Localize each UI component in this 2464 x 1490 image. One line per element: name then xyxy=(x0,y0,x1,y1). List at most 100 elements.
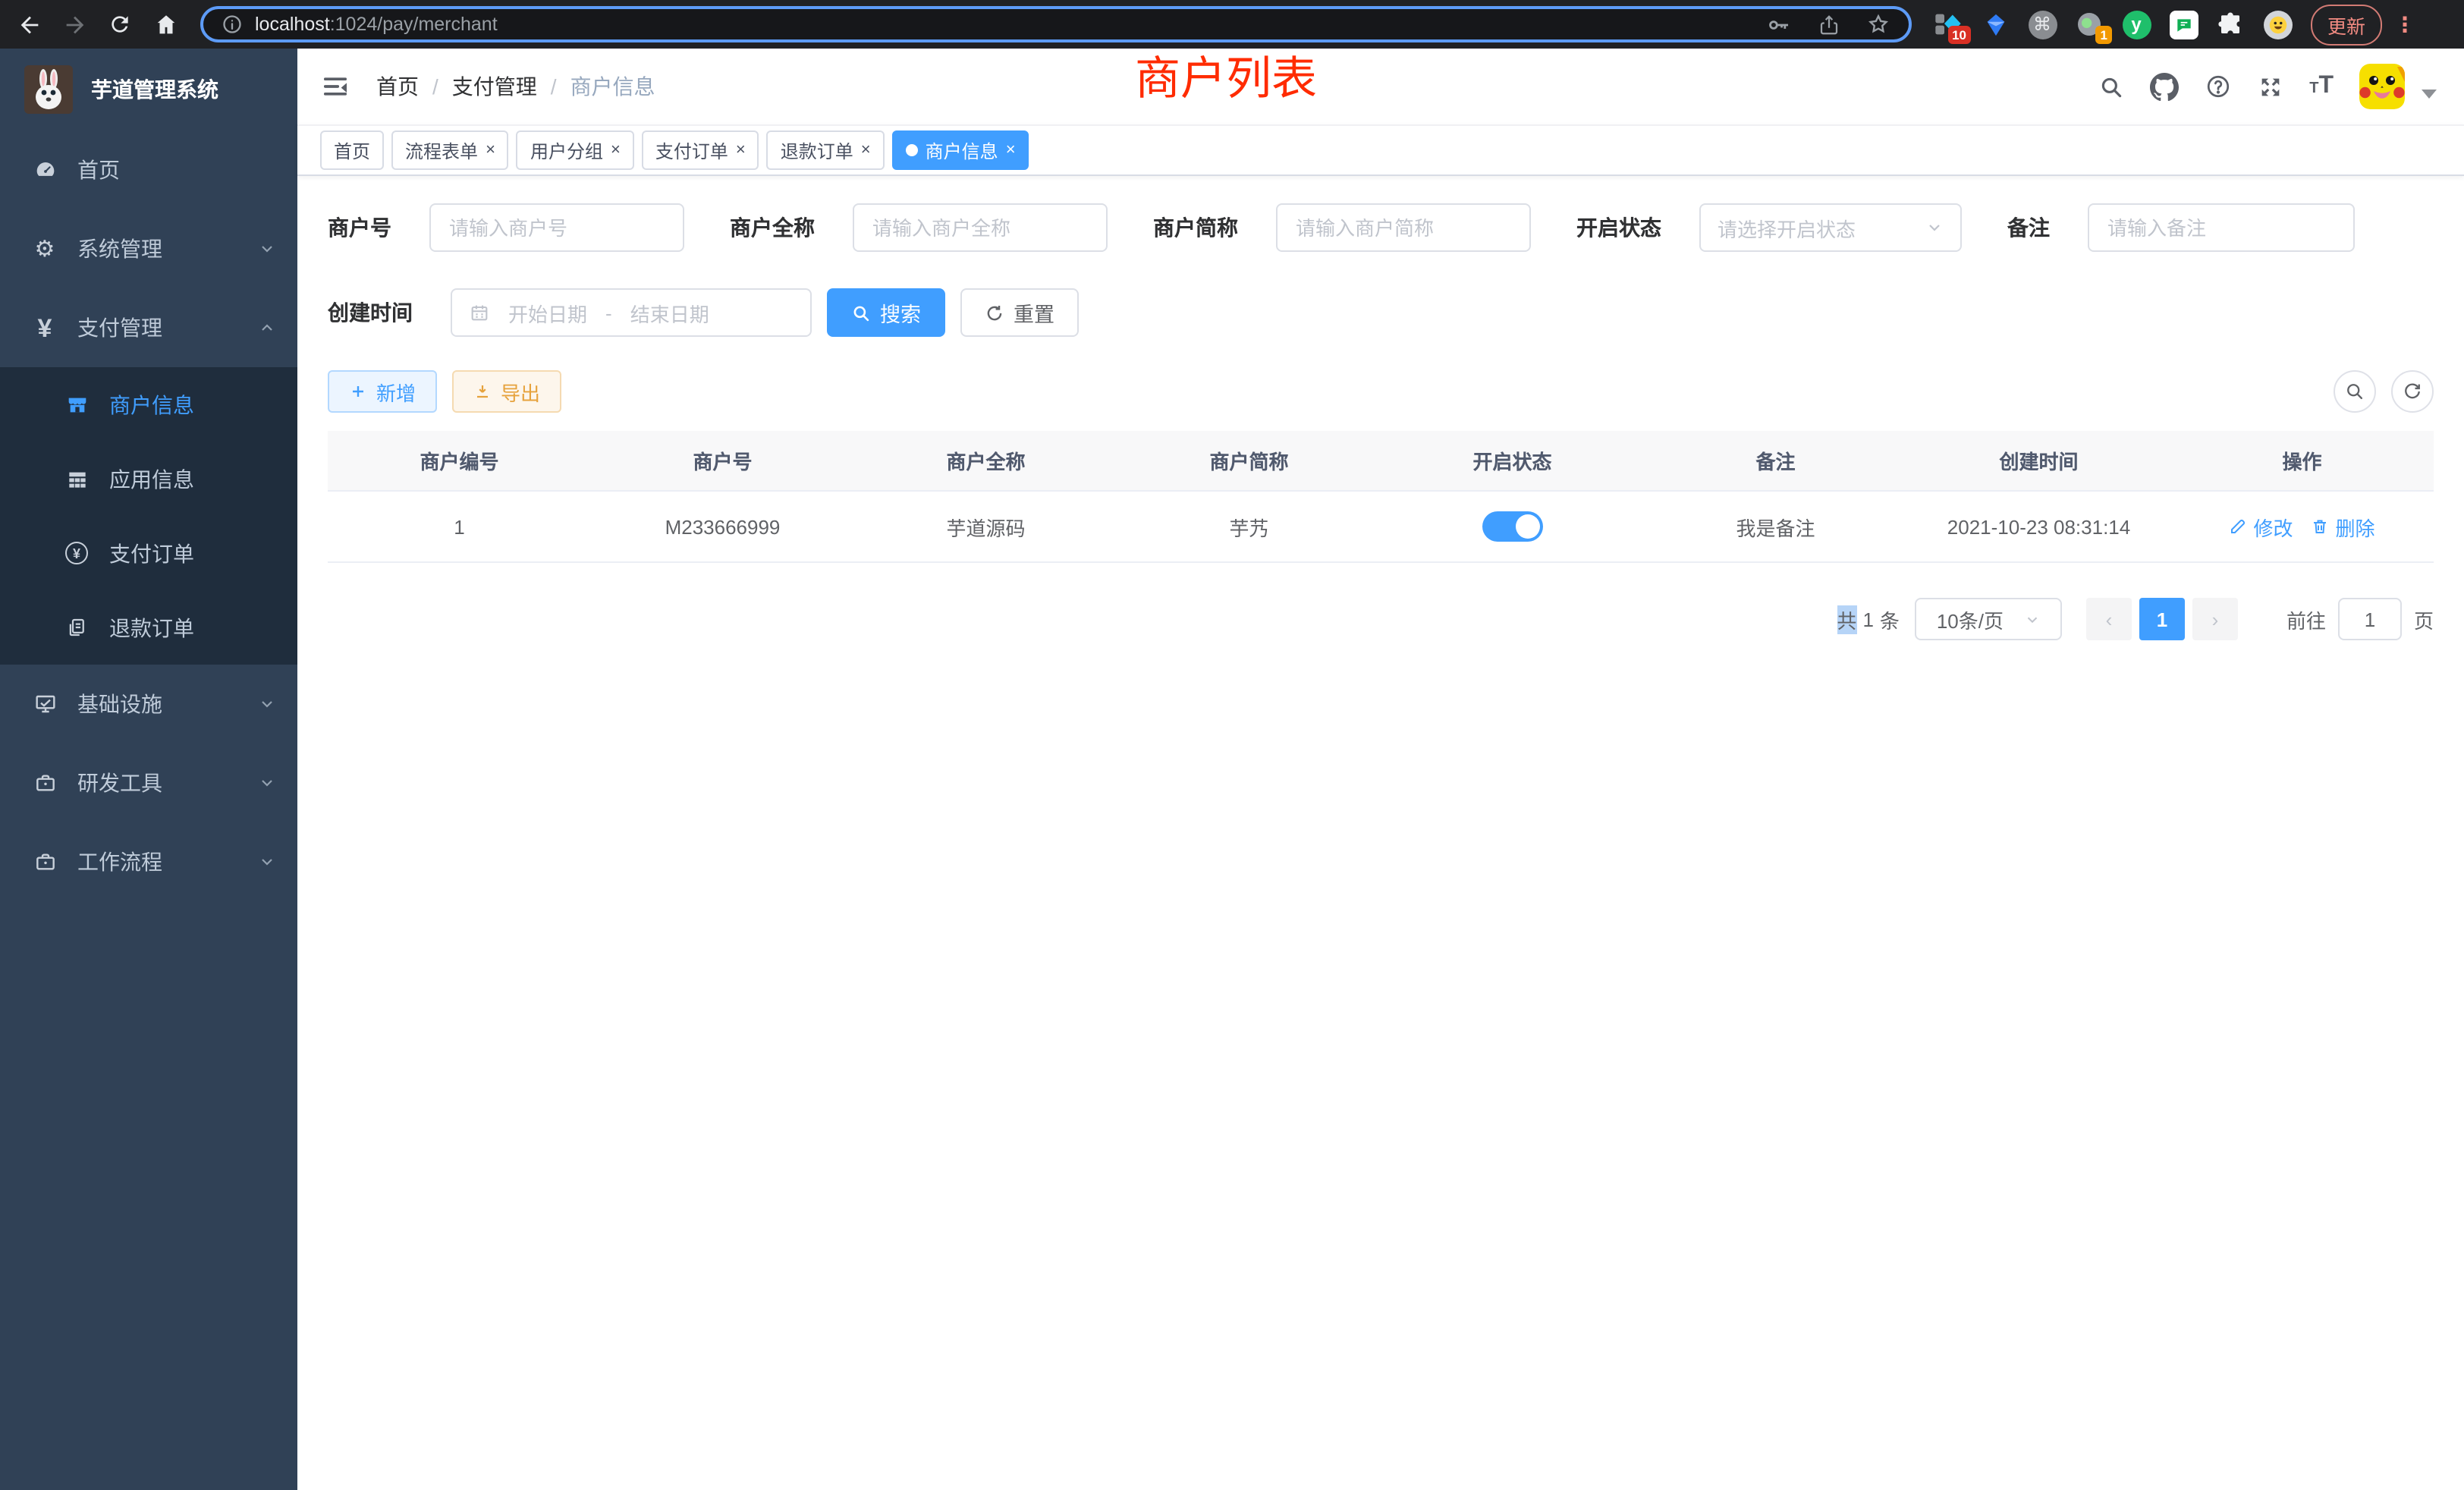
plus-icon xyxy=(349,382,367,401)
search-button[interactable]: 搜索 xyxy=(827,288,945,337)
breadcrumb-separator: / xyxy=(432,74,438,99)
close-icon[interactable]: × xyxy=(736,142,746,159)
sidebar-item-label: 基础设施 xyxy=(77,689,258,719)
browser-update-button[interactable]: 更新 xyxy=(2311,4,2382,45)
table-header-row: 商户编号 商户号 商户全称 商户简称 开启状态 备注 创建时间 操作 xyxy=(328,431,2434,492)
cell-merchant-id: 1 xyxy=(328,515,591,538)
column-header: 开启状态 xyxy=(1381,446,1644,475)
avatar[interactable] xyxy=(2359,64,2405,109)
browser-forward-icon[interactable] xyxy=(55,5,94,44)
trash-icon xyxy=(2312,517,2330,536)
close-icon[interactable]: × xyxy=(611,142,621,159)
share-icon[interactable] xyxy=(1818,13,1840,36)
merchant-no-input[interactable] xyxy=(429,203,684,252)
sidebar-item-pay-order[interactable]: ¥ 支付订单 xyxy=(0,516,297,590)
sidebar-item-label: 商户信息 xyxy=(109,389,276,420)
sidebar-item-pay[interactable]: ¥ 支付管理 xyxy=(0,288,297,367)
sidebar-logo[interactable]: 芋道管理系统 xyxy=(0,49,297,130)
sidebar-item-infra[interactable]: 基础设施 xyxy=(0,665,297,743)
filter-label: 创建时间 xyxy=(328,297,413,328)
status-select[interactable]: 请选择开启状态 xyxy=(1699,203,1962,252)
tab-process-form[interactable]: 流程表单× xyxy=(391,130,509,170)
help-icon[interactable] xyxy=(2205,73,2232,100)
password-key-icon[interactable] xyxy=(1766,11,1792,37)
tab-groups-extension-icon[interactable]: 10 xyxy=(1933,9,1963,39)
sidebar-item-label: 系统管理 xyxy=(77,234,258,264)
table-row: 1 M233666999 芋道源码 芋艿 我是备注 2021-10-23 08:… xyxy=(328,492,2434,563)
sidebar-item-home[interactable]: 首页 xyxy=(0,130,297,209)
page-size-select[interactable]: 10条/页 xyxy=(1915,598,2062,640)
breadcrumb-item[interactable]: 支付管理 xyxy=(452,71,537,102)
sidebar-item-refund-order[interactable]: 退款订单 xyxy=(0,590,297,665)
sidebar-item-label: 首页 xyxy=(77,155,276,185)
sidebar-item-workflow[interactable]: 工作流程 xyxy=(0,822,297,901)
sidebar-item-label: 支付订单 xyxy=(109,538,276,568)
store-icon xyxy=(64,392,90,417)
goto-page-input[interactable] xyxy=(2338,598,2402,640)
add-button[interactable]: 新增 xyxy=(328,370,437,413)
tab-home[interactable]: 首页 xyxy=(320,130,384,170)
sidebar-collapse-icon[interactable] xyxy=(320,71,350,102)
browser-reload-icon[interactable] xyxy=(100,5,140,44)
tab-pay-order[interactable]: 支付订单× xyxy=(642,130,759,170)
date-end-placeholder: 结束日期 xyxy=(630,298,709,327)
edit-icon xyxy=(2229,517,2247,536)
command-extension-icon[interactable]: ⌘ xyxy=(2027,9,2057,39)
table-toolbar: 新增 导出 xyxy=(328,370,2434,413)
breadcrumb-item-current: 商户信息 xyxy=(570,71,655,102)
browser-home-icon[interactable] xyxy=(146,5,185,44)
logo-rabbit-image xyxy=(24,65,73,114)
chat-extension-icon[interactable] xyxy=(2168,9,2198,39)
page-title-annotation: 商户列表 xyxy=(1135,53,1317,108)
browser-menu-icon[interactable]: ⋮ xyxy=(2394,11,2415,37)
font-size-icon[interactable]: TT xyxy=(2309,73,2334,100)
chevron-up-icon xyxy=(258,319,276,337)
search-icon xyxy=(2344,381,2365,402)
browser-toolbar: localhost:1024/pay/merchant 10 xyxy=(0,0,2464,49)
puzzle-extensions-icon[interactable] xyxy=(2215,9,2246,39)
sidebar-item-devtools[interactable]: 研发工具 xyxy=(0,743,297,822)
status-toggle[interactable] xyxy=(1482,511,1543,542)
sidebar-item-system[interactable]: ⚙ 系统管理 xyxy=(0,209,297,288)
toggle-search-button[interactable] xyxy=(2334,370,2376,413)
create-time-range-picker[interactable]: 开始日期 - 结束日期 xyxy=(451,288,812,337)
column-header: 备注 xyxy=(1644,446,1907,475)
page-number-button[interactable]: 1 xyxy=(2139,598,2185,640)
refresh-table-button[interactable] xyxy=(2391,370,2434,413)
extensions-row: 10 ⌘ 1 y xyxy=(1933,9,2293,39)
reset-button[interactable]: 重置 xyxy=(960,288,1079,337)
close-icon[interactable]: × xyxy=(486,142,495,159)
bookmark-star-icon[interactable] xyxy=(1866,12,1890,36)
short-name-input[interactable] xyxy=(1276,203,1531,252)
close-icon[interactable]: × xyxy=(1006,142,1016,159)
search-icon[interactable] xyxy=(2098,74,2124,99)
recorder-extension-icon[interactable]: 1 xyxy=(2074,9,2104,39)
browser-back-icon[interactable] xyxy=(9,5,49,44)
breadcrumb-item[interactable]: 首页 xyxy=(376,71,419,102)
tab-merchant-info[interactable]: 商户信息× xyxy=(892,130,1029,170)
close-icon[interactable]: × xyxy=(861,142,871,159)
breadcrumb-separator: / xyxy=(551,74,557,99)
prev-page-button[interactable]: ‹ xyxy=(2086,598,2132,640)
avatar-dropdown-caret-icon[interactable] xyxy=(2422,90,2437,99)
emoji-extension-icon[interactable] xyxy=(2262,9,2293,39)
remark-input[interactable] xyxy=(2088,203,2355,252)
refresh-icon xyxy=(2402,381,2423,402)
tab-user-group[interactable]: 用户分组× xyxy=(517,130,634,170)
address-bar[interactable]: localhost:1024/pay/merchant xyxy=(200,6,1912,42)
y-extension-icon[interactable]: y xyxy=(2121,9,2151,39)
edit-link[interactable]: 修改 xyxy=(2229,512,2293,541)
github-icon[interactable] xyxy=(2150,72,2179,101)
document-icon xyxy=(64,616,90,639)
delete-link[interactable]: 删除 xyxy=(2312,512,2375,541)
site-info-icon[interactable] xyxy=(222,14,243,35)
balloon-extension-icon[interactable] xyxy=(1980,9,2010,39)
export-button[interactable]: 导出 xyxy=(452,370,561,413)
sidebar-item-app-info[interactable]: 应用信息 xyxy=(0,442,297,516)
fullscreen-icon[interactable] xyxy=(2258,74,2283,99)
sidebar-item-merchant-info[interactable]: 商户信息 xyxy=(0,367,297,442)
date-separator: - xyxy=(605,301,612,324)
next-page-button[interactable]: › xyxy=(2192,598,2238,640)
tab-refund-order[interactable]: 退款订单× xyxy=(767,130,885,170)
full-name-input[interactable] xyxy=(853,203,1108,252)
